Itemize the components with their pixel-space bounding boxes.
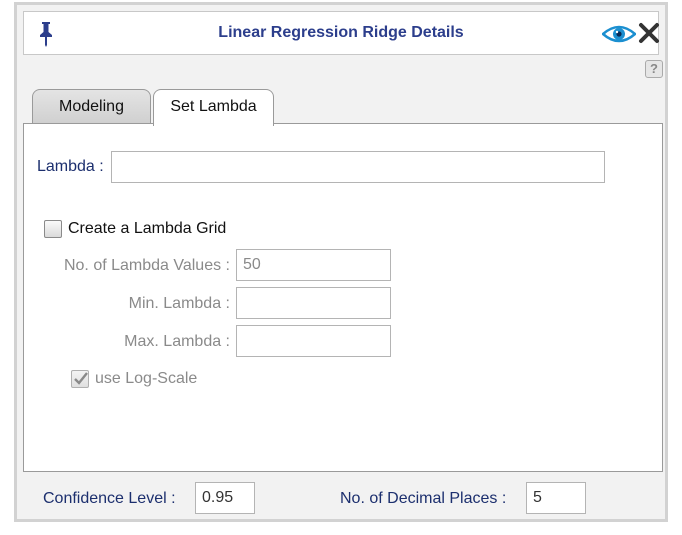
log-scale-checkbox[interactable] [71,370,89,388]
decimal-places-label: No. of Decimal Places : [340,490,507,507]
confidence-level-label: Confidence Level : [43,490,176,507]
num-lambda-values-label: No. of Lambda Values : [63,257,230,274]
lambda-label: Lambda : [37,158,104,175]
lambda-input[interactable] [111,151,605,183]
help-icon[interactable]: ? [645,60,663,78]
create-lambda-grid-label: Create a Lambda Grid [68,220,227,237]
log-scale-label: use Log-Scale [95,370,198,387]
ridge-details-dialog: Linear Regression Ridge Details ? Modeli… [14,2,668,522]
min-lambda-input[interactable] [236,287,391,319]
num-lambda-values-input[interactable] [236,249,391,281]
set-lambda-panel: Lambda : Create a Lambda Grid No. of Lam… [23,123,663,472]
create-lambda-grid-checkbox[interactable] [44,220,62,238]
confidence-level-input[interactable] [195,482,255,514]
window-title: Linear Regression Ridge Details [218,24,464,41]
max-lambda-input[interactable] [236,325,391,357]
max-lambda-label: Max. Lambda : [124,333,230,350]
close-icon[interactable] [638,22,660,44]
title-bar: Linear Regression Ridge Details [23,11,659,55]
tab-set-lambda[interactable]: Set Lambda [153,89,274,126]
min-lambda-label: Min. Lambda : [128,295,230,312]
eye-icon[interactable] [602,24,636,44]
decimal-places-input[interactable] [526,482,586,514]
tab-modeling[interactable]: Modeling [32,89,151,125]
checkmark-icon [74,372,88,385]
